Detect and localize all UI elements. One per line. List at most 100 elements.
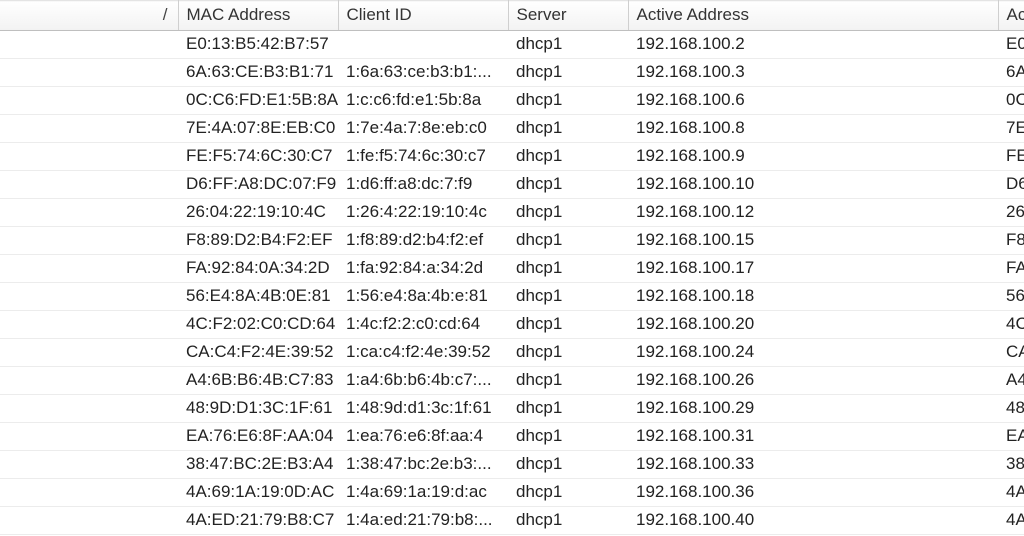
table-row[interactable]: 4A:ED:21:79:B8:C71:4a:ed:21:79:b8:...dhc… <box>0 507 1024 535</box>
cell-mac: 4A:69:1A:19:0D:AC <box>178 479 338 507</box>
cell-mac: 4A:ED:21:79:B8:C7 <box>178 507 338 535</box>
table-row[interactable]: FA:92:84:0A:34:2D1:fa:92:84:a:34:2ddhcp1… <box>0 255 1024 283</box>
cell-mac: A4:6B:B6:4B:C7:83 <box>178 367 338 395</box>
table-header: / MAC Address Client ID Server Active Ad… <box>0 1 1024 31</box>
cell-lead <box>0 451 178 479</box>
cell-server: dhcp1 <box>508 507 628 535</box>
cell-active-partial: D6:FF <box>998 171 1024 199</box>
table-row[interactable]: 7E:4A:07:8E:EB:C01:7e:4a:7:8e:eb:c0dhcp1… <box>0 115 1024 143</box>
cell-active-partial: 0C:C6 <box>998 87 1024 115</box>
cell-active-address: 192.168.100.9 <box>628 143 998 171</box>
table-row[interactable]: E0:13:B5:42:B7:57dhcp1192.168.100.2E0:13 <box>0 31 1024 59</box>
table-row[interactable]: EA:76:E6:8F:AA:041:ea:76:e6:8f:aa:4dhcp1… <box>0 423 1024 451</box>
cell-client-id: 1:38:47:bc:2e:b3:... <box>338 451 508 479</box>
dhcp-lease-table-wrap: / MAC Address Client ID Server Active Ad… <box>0 0 1024 536</box>
table-row[interactable]: 48:9D:D1:3C:1F:611:48:9d:d1:3c:1f:61dhcp… <box>0 395 1024 423</box>
cell-server: dhcp1 <box>508 395 628 423</box>
cell-mac: 56:E4:8A:4B:0E:81 <box>178 283 338 311</box>
cell-active-address: 192.168.100.2 <box>628 31 998 59</box>
cell-active-partial: 38:47 <box>998 451 1024 479</box>
cell-mac: 38:47:BC:2E:B3:A4 <box>178 451 338 479</box>
cell-active-partial: 4A:69 <box>998 479 1024 507</box>
cell-server: dhcp1 <box>508 199 628 227</box>
cell-client-id: 1:4a:ed:21:79:b8:... <box>338 507 508 535</box>
table-row[interactable]: 4A:69:1A:19:0D:AC1:4a:69:1a:19:d:acdhcp1… <box>0 479 1024 507</box>
col-header-active-partial[interactable]: Active <box>998 1 1024 31</box>
cell-client-id <box>338 31 508 59</box>
cell-client-id: 1:fe:f5:74:6c:30:c7 <box>338 143 508 171</box>
cell-client-id: 1:c:c6:fd:e1:5b:8a <box>338 87 508 115</box>
cell-active-address: 192.168.100.17 <box>628 255 998 283</box>
cell-mac: 0C:C6:FD:E1:5B:8A <box>178 87 338 115</box>
cell-client-id: 1:56:e4:8a:4b:e:81 <box>338 283 508 311</box>
cell-active-partial: F8:89 <box>998 227 1024 255</box>
cell-mac: 6A:63:CE:B3:B1:71 <box>178 59 338 87</box>
cell-lead <box>0 87 178 115</box>
cell-active-partial: 4A:ED <box>998 507 1024 535</box>
cell-server: dhcp1 <box>508 339 628 367</box>
cell-active-address: 192.168.100.40 <box>628 507 998 535</box>
table-row[interactable]: CA:C4:F2:4E:39:521:ca:c4:f2:4e:39:52dhcp… <box>0 339 1024 367</box>
cell-lead <box>0 311 178 339</box>
cell-client-id: 1:d6:ff:a8:dc:7:f9 <box>338 171 508 199</box>
cell-client-id: 1:ea:76:e6:8f:aa:4 <box>338 423 508 451</box>
table-row[interactable]: D6:FF:A8:DC:07:F91:d6:ff:a8:dc:7:f9dhcp1… <box>0 171 1024 199</box>
cell-active-address: 192.168.100.20 <box>628 311 998 339</box>
cell-client-id: 1:ca:c4:f2:4e:39:52 <box>338 339 508 367</box>
cell-lead <box>0 479 178 507</box>
col-header-active-address[interactable]: Active Address <box>628 1 998 31</box>
cell-active-address: 192.168.100.6 <box>628 87 998 115</box>
cell-mac: FE:F5:74:6C:30:C7 <box>178 143 338 171</box>
cell-client-id: 1:26:4:22:19:10:4c <box>338 199 508 227</box>
cell-lead <box>0 31 178 59</box>
cell-mac: FA:92:84:0A:34:2D <box>178 255 338 283</box>
cell-active-address: 192.168.100.26 <box>628 367 998 395</box>
table-row[interactable]: 6A:63:CE:B3:B1:711:6a:63:ce:b3:b1:...dhc… <box>0 59 1024 87</box>
cell-active-partial: EA:76 <box>998 423 1024 451</box>
dhcp-lease-table[interactable]: / MAC Address Client ID Server Active Ad… <box>0 0 1024 536</box>
table-row[interactable]: A4:6B:B6:4B:C7:831:a4:6b:b6:4b:c7:...dhc… <box>0 367 1024 395</box>
table-row[interactable]: 56:E4:8A:4B:0E:811:56:e4:8a:4b:e:81dhcp1… <box>0 283 1024 311</box>
cell-lead <box>0 395 178 423</box>
cell-server: dhcp1 <box>508 227 628 255</box>
col-header-client-id[interactable]: Client ID <box>338 1 508 31</box>
cell-active-partial: 4C:F2 <box>998 311 1024 339</box>
col-header-mac[interactable]: MAC Address <box>178 1 338 31</box>
cell-active-address: 192.168.100.36 <box>628 479 998 507</box>
cell-active-address: 192.168.100.8 <box>628 115 998 143</box>
col-header-server[interactable]: Server <box>508 1 628 31</box>
cell-client-id: 1:4c:f2:2:c0:cd:64 <box>338 311 508 339</box>
table-row[interactable]: F8:89:D2:B4:F2:EF1:f8:89:d2:b4:f2:efdhcp… <box>0 227 1024 255</box>
table-row[interactable]: 0C:C6:FD:E1:5B:8A1:c:c6:fd:e1:5b:8adhcp1… <box>0 87 1024 115</box>
cell-lead <box>0 339 178 367</box>
table-body: E0:13:B5:42:B7:57dhcp1192.168.100.2E0:13… <box>0 31 1024 536</box>
table-row[interactable]: 26:04:22:19:10:4C1:26:4:22:19:10:4cdhcp1… <box>0 199 1024 227</box>
table-row[interactable]: FE:F5:74:6C:30:C71:fe:f5:74:6c:30:c7dhcp… <box>0 143 1024 171</box>
cell-active-address: 192.168.100.29 <box>628 395 998 423</box>
cell-server: dhcp1 <box>508 367 628 395</box>
cell-active-partial: CA:C4 <box>998 339 1024 367</box>
cell-server: dhcp1 <box>508 311 628 339</box>
cell-mac: CA:C4:F2:4E:39:52 <box>178 339 338 367</box>
col-header-sort[interactable]: / <box>0 1 178 31</box>
cell-server: dhcp1 <box>508 171 628 199</box>
cell-server: dhcp1 <box>508 143 628 171</box>
cell-server: dhcp1 <box>508 87 628 115</box>
cell-client-id: 1:48:9d:d1:3c:1f:61 <box>338 395 508 423</box>
cell-active-partial: FE:F5 <box>998 143 1024 171</box>
cell-active-address: 192.168.100.31 <box>628 423 998 451</box>
cell-client-id: 1:7e:4a:7:8e:eb:c0 <box>338 115 508 143</box>
cell-active-partial: FA:92 <box>998 255 1024 283</box>
cell-lead <box>0 171 178 199</box>
cell-lead <box>0 283 178 311</box>
cell-client-id: 1:fa:92:84:a:34:2d <box>338 255 508 283</box>
table-row[interactable]: 4C:F2:02:C0:CD:641:4c:f2:2:c0:cd:64dhcp1… <box>0 311 1024 339</box>
cell-active-address: 192.168.100.24 <box>628 339 998 367</box>
cell-lead <box>0 59 178 87</box>
cell-mac: 48:9D:D1:3C:1F:61 <box>178 395 338 423</box>
cell-active-address: 192.168.100.3 <box>628 59 998 87</box>
cell-client-id: 1:a4:6b:b6:4b:c7:... <box>338 367 508 395</box>
cell-lead <box>0 227 178 255</box>
cell-active-address: 192.168.100.12 <box>628 199 998 227</box>
table-row[interactable]: 38:47:BC:2E:B3:A41:38:47:bc:2e:b3:...dhc… <box>0 451 1024 479</box>
